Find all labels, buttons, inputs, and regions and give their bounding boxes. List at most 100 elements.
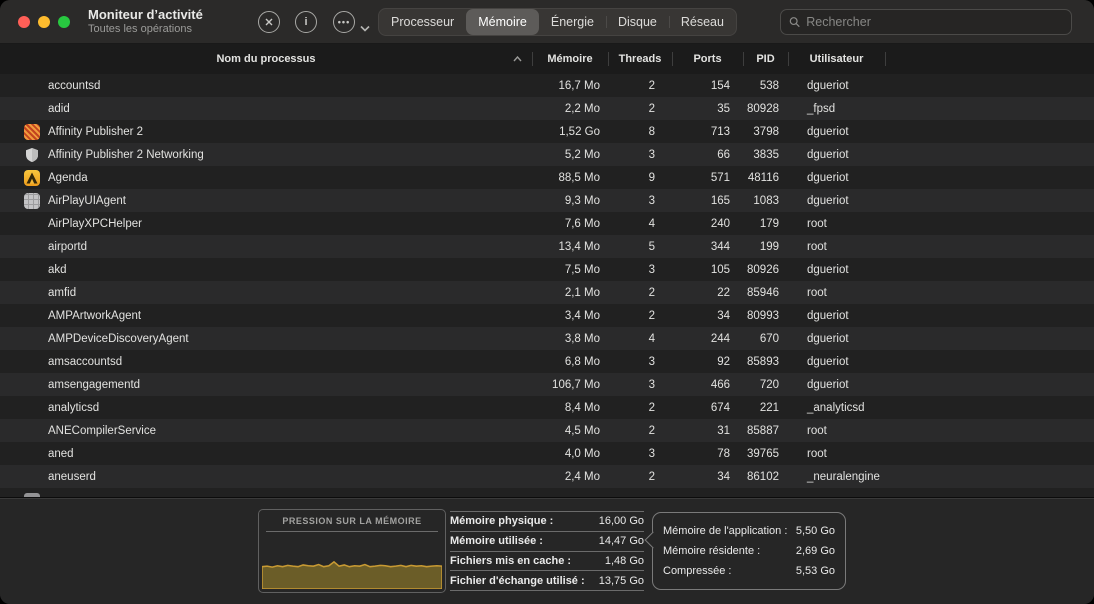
ports-value: 165: [672, 189, 743, 212]
tab-disque[interactable]: Disque: [606, 9, 669, 35]
table-row[interactable]: Agenda88,5 Mo957148116dgueriot: [0, 166, 1094, 189]
no-icon: [24, 239, 40, 255]
search-input[interactable]: [806, 15, 1063, 29]
pid-value: 720: [743, 373, 788, 396]
row-filler: [885, 419, 1094, 442]
process-name: airportd: [48, 241, 87, 253]
threads-value: 4: [608, 212, 672, 235]
process-name: Affinity Publisher 2 Networking: [48, 149, 204, 161]
table-row[interactable]: aneuserd2,4 Mo23486102_neuralengine: [0, 465, 1094, 488]
row-filler: [885, 304, 1094, 327]
table-row[interactable]: adid2,2 Mo23580928_fpsd: [0, 97, 1094, 120]
zoom-button[interactable]: [58, 16, 70, 28]
memory-pressure-chart: [262, 546, 442, 589]
row-filler: [885, 350, 1094, 373]
no-icon: [24, 354, 40, 370]
pid-value: 179: [743, 212, 788, 235]
close-button[interactable]: [18, 16, 30, 28]
user-value: dgueriot: [788, 258, 885, 281]
column-header-threads[interactable]: Threads: [608, 44, 672, 74]
table-row[interactable]: amsaccountsd6,8 Mo39285893dgueriot: [0, 350, 1094, 373]
pid-value: 80928: [743, 97, 788, 120]
user-value: dgueriot: [788, 189, 885, 212]
inspect-process-button[interactable]: i: [295, 11, 317, 33]
threads-value: 3: [608, 373, 672, 396]
no-icon: [24, 377, 40, 393]
user-value: root: [788, 419, 885, 442]
threads-value: 2: [608, 281, 672, 304]
shield-icon: [24, 147, 40, 163]
view-segments: ProcesseurMémoireÉnergieDisqueRéseau: [378, 8, 737, 36]
table-row[interactable]: accountsd16,7 Mo2154538dgueriot: [0, 74, 1094, 97]
memory-stats-table: Mémoire physique :16,00 GoMémoire utilis…: [450, 511, 644, 591]
app-memory-stat-row: Mémoire de l'application :5,50 Go: [663, 525, 835, 537]
row-filler: [885, 235, 1094, 258]
tab-processeur[interactable]: Processeur: [379, 9, 466, 35]
stat-value: 14,47 Go: [599, 535, 644, 547]
memory-value: 13,4 Mo: [532, 235, 608, 258]
pid-value: 85887: [743, 419, 788, 442]
threads-value: 4: [608, 327, 672, 350]
memory-value: 9,3 Mo: [532, 189, 608, 212]
table-row[interactable]: AirPlayUIAgent9,3 Mo31651083dgueriot: [0, 189, 1094, 212]
quit-process-button[interactable]: [258, 11, 280, 33]
ports-value: 344: [672, 235, 743, 258]
ports-value: 240: [672, 212, 743, 235]
no-icon: [24, 308, 40, 324]
agenda-icon: [24, 170, 40, 186]
table-row[interactable]: amsengagementd106,7 Mo3466720dgueriot: [0, 373, 1094, 396]
no-icon: [24, 101, 40, 117]
tab-r-seau[interactable]: Réseau: [669, 9, 736, 35]
memory-value: 4,0 Mo: [532, 442, 608, 465]
airplay-grid-icon: [24, 193, 40, 209]
user-value: root: [788, 235, 885, 258]
threads-value: 2: [608, 74, 672, 97]
table-row[interactable]: airportd13,4 Mo5344199root: [0, 235, 1094, 258]
table-row[interactable]: Affinity Publisher 21,52 Go87133798dguer…: [0, 120, 1094, 143]
stat-value: 5,53 Go: [796, 565, 835, 577]
memory-value: 3,4 Mo: [532, 304, 608, 327]
tab--nergie[interactable]: Énergie: [539, 9, 606, 35]
memory-value: 3,8 Mo: [532, 327, 608, 350]
partial-row: [0, 488, 1094, 497]
search-field[interactable]: [780, 9, 1072, 35]
memory-value: 16,7 Mo: [532, 74, 608, 97]
pid-value: 39765: [743, 442, 788, 465]
column-header-name[interactable]: Nom du processus: [0, 44, 532, 74]
table-row[interactable]: AirPlayXPCHelper7,6 Mo4240179root: [0, 212, 1094, 235]
user-value: dgueriot: [788, 120, 885, 143]
table-row[interactable]: analyticsd8,4 Mo2674221_analyticsd: [0, 396, 1094, 419]
column-header-memory[interactable]: Mémoire: [532, 44, 608, 74]
stat-value: 13,75 Go: [599, 575, 644, 587]
user-value: dgueriot: [788, 304, 885, 327]
ports-value: 66: [672, 143, 743, 166]
memory-stat-row: Fichier d'échange utilisé :13,75 Go: [450, 571, 644, 591]
process-name: amfid: [48, 287, 76, 299]
pid-value: 221: [743, 396, 788, 419]
tab-m-moire[interactable]: Mémoire: [466, 9, 539, 35]
table-row[interactable]: aned4,0 Mo37839765root: [0, 442, 1094, 465]
table-row[interactable]: AMPArtworkAgent3,4 Mo23480993dgueriot: [0, 304, 1094, 327]
pid-value: 1083: [743, 189, 788, 212]
sort-ascending-icon: [513, 53, 522, 65]
column-header-ports[interactable]: Ports: [672, 44, 743, 74]
minimize-button[interactable]: [38, 16, 50, 28]
table-row[interactable]: AMPDeviceDiscoveryAgent3,8 Mo4244670dgue…: [0, 327, 1094, 350]
process-name: adid: [48, 103, 70, 115]
ports-value: 34: [672, 465, 743, 488]
pid-value: 85946: [743, 281, 788, 304]
row-filler: [885, 396, 1094, 419]
table-row[interactable]: amfid2,1 Mo22285946root: [0, 281, 1094, 304]
chevron-down-icon[interactable]: [360, 19, 370, 37]
row-filler: [885, 166, 1094, 189]
table-row[interactable]: Affinity Publisher 2 Networking5,2 Mo366…: [0, 143, 1094, 166]
memory-value: 5,2 Mo: [532, 143, 608, 166]
process-name: ANECompilerService: [48, 425, 156, 437]
user-value: dgueriot: [788, 74, 885, 97]
more-options-button[interactable]: •••: [333, 11, 355, 33]
table-row[interactable]: ANECompilerService4,5 Mo23185887root: [0, 419, 1094, 442]
column-header-user[interactable]: Utilisateur: [788, 44, 885, 74]
column-header-pid[interactable]: PID: [743, 44, 788, 74]
ports-value: 674: [672, 396, 743, 419]
table-row[interactable]: akd7,5 Mo310580926dgueriot: [0, 258, 1094, 281]
